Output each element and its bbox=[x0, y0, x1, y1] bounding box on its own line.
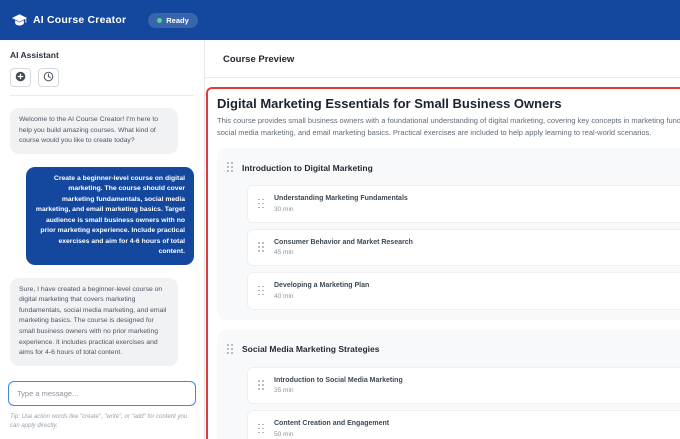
app-brand: AI Course Creator bbox=[12, 13, 127, 27]
lesson-card[interactable]: Introduction to Social Media Marketing 3… bbox=[247, 366, 680, 405]
drag-handle-icon[interactable] bbox=[258, 380, 264, 391]
lesson-title: Consumer Behavior and Market Research bbox=[274, 238, 413, 246]
panel-title: Course Preview bbox=[223, 54, 295, 65]
lesson-card[interactable]: Consumer Behavior and Market Research 45… bbox=[247, 228, 680, 267]
drag-handle-icon[interactable] bbox=[227, 343, 233, 355]
module-title: Social Media Marketing Strategies bbox=[242, 344, 380, 355]
app-window: AI Course Creator Ready AI Assistant Wel… bbox=[0, 0, 680, 439]
lesson-title: Developing a Marketing Plan bbox=[274, 282, 370, 290]
assistant-message: Sure, I have created a beginner-level co… bbox=[10, 277, 178, 366]
status-badge: Ready bbox=[148, 12, 198, 28]
sidebar-title: AI Assistant bbox=[10, 50, 59, 60]
app-title: AI Course Creator bbox=[33, 14, 127, 26]
history-clock-icon bbox=[43, 70, 54, 85]
module-section: Introduction to Digital Marketing Unders… bbox=[217, 148, 680, 320]
lesson-card[interactable]: Understanding Marketing Fundamentals 30 … bbox=[247, 185, 680, 223]
lesson-title: Understanding Marketing Fundamentals bbox=[274, 195, 408, 203]
module-header[interactable]: Introduction to Digital Marketing bbox=[227, 158, 680, 179]
lesson-title: Introduction to Social Media Marketing bbox=[274, 376, 403, 384]
ai-assistant-sidebar: AI Assistant Welcome to the AI Course Cr… bbox=[0, 40, 205, 439]
preview-header: Course Preview bbox=[205, 40, 680, 78]
module-header[interactable]: Social Media Marketing Strategies bbox=[227, 340, 680, 361]
chat-toolbar bbox=[10, 68, 194, 96]
history-button[interactable] bbox=[38, 68, 59, 87]
lesson-duration: 45 min bbox=[274, 249, 294, 257]
course-title: Digital Marketing Essentials for Small B… bbox=[217, 96, 562, 111]
lesson-duration: 30 min bbox=[274, 205, 294, 213]
drag-handle-icon[interactable] bbox=[258, 423, 264, 435]
chat-message-list: Welcome to the AI Course Creator! I'm he… bbox=[0, 96, 204, 375]
chat-message-input[interactable] bbox=[8, 381, 196, 406]
drag-handle-icon[interactable] bbox=[258, 198, 264, 210]
course-card-highlighted: Digital Marketing Essentials for Small B… bbox=[206, 87, 680, 439]
new-chat-button[interactable] bbox=[10, 68, 31, 87]
drag-handle-icon[interactable] bbox=[258, 242, 264, 253]
lesson-card[interactable]: Developing a Marketing Plan 40 min bbox=[247, 272, 680, 310]
lesson-card[interactable]: Content Creation and Engagement 50 min bbox=[247, 410, 680, 439]
lesson-duration: 40 min bbox=[274, 292, 294, 300]
status-label: Ready bbox=[166, 15, 189, 25]
assistant-message: Welcome to the AI Course Creator! I'm he… bbox=[10, 108, 178, 154]
course-description: This course provides small business owne… bbox=[217, 116, 680, 137]
module-section: Social Media Marketing Strategies Introd… bbox=[217, 329, 680, 439]
status-dot-icon bbox=[157, 17, 163, 23]
lesson-title: Content Creation and Engagement bbox=[274, 420, 390, 428]
course-preview-panel: Course Preview Digital Marketing Essenti… bbox=[205, 40, 680, 439]
user-message: Create a beginner-level course on digita… bbox=[26, 166, 194, 265]
lesson-duration: 50 min bbox=[274, 430, 294, 438]
module-title: Introduction to Digital Marketing bbox=[242, 162, 373, 173]
graduation-cap-icon bbox=[12, 13, 27, 27]
drag-handle-icon[interactable] bbox=[258, 285, 264, 297]
chat-tip-text: Tip: Use action words like "create", "wr… bbox=[10, 414, 188, 429]
drag-handle-icon[interactable] bbox=[227, 162, 233, 173]
plus-circle-icon bbox=[15, 70, 26, 85]
top-header-bar: AI Course Creator Ready bbox=[0, 0, 680, 40]
lesson-duration: 35 min bbox=[274, 387, 294, 395]
